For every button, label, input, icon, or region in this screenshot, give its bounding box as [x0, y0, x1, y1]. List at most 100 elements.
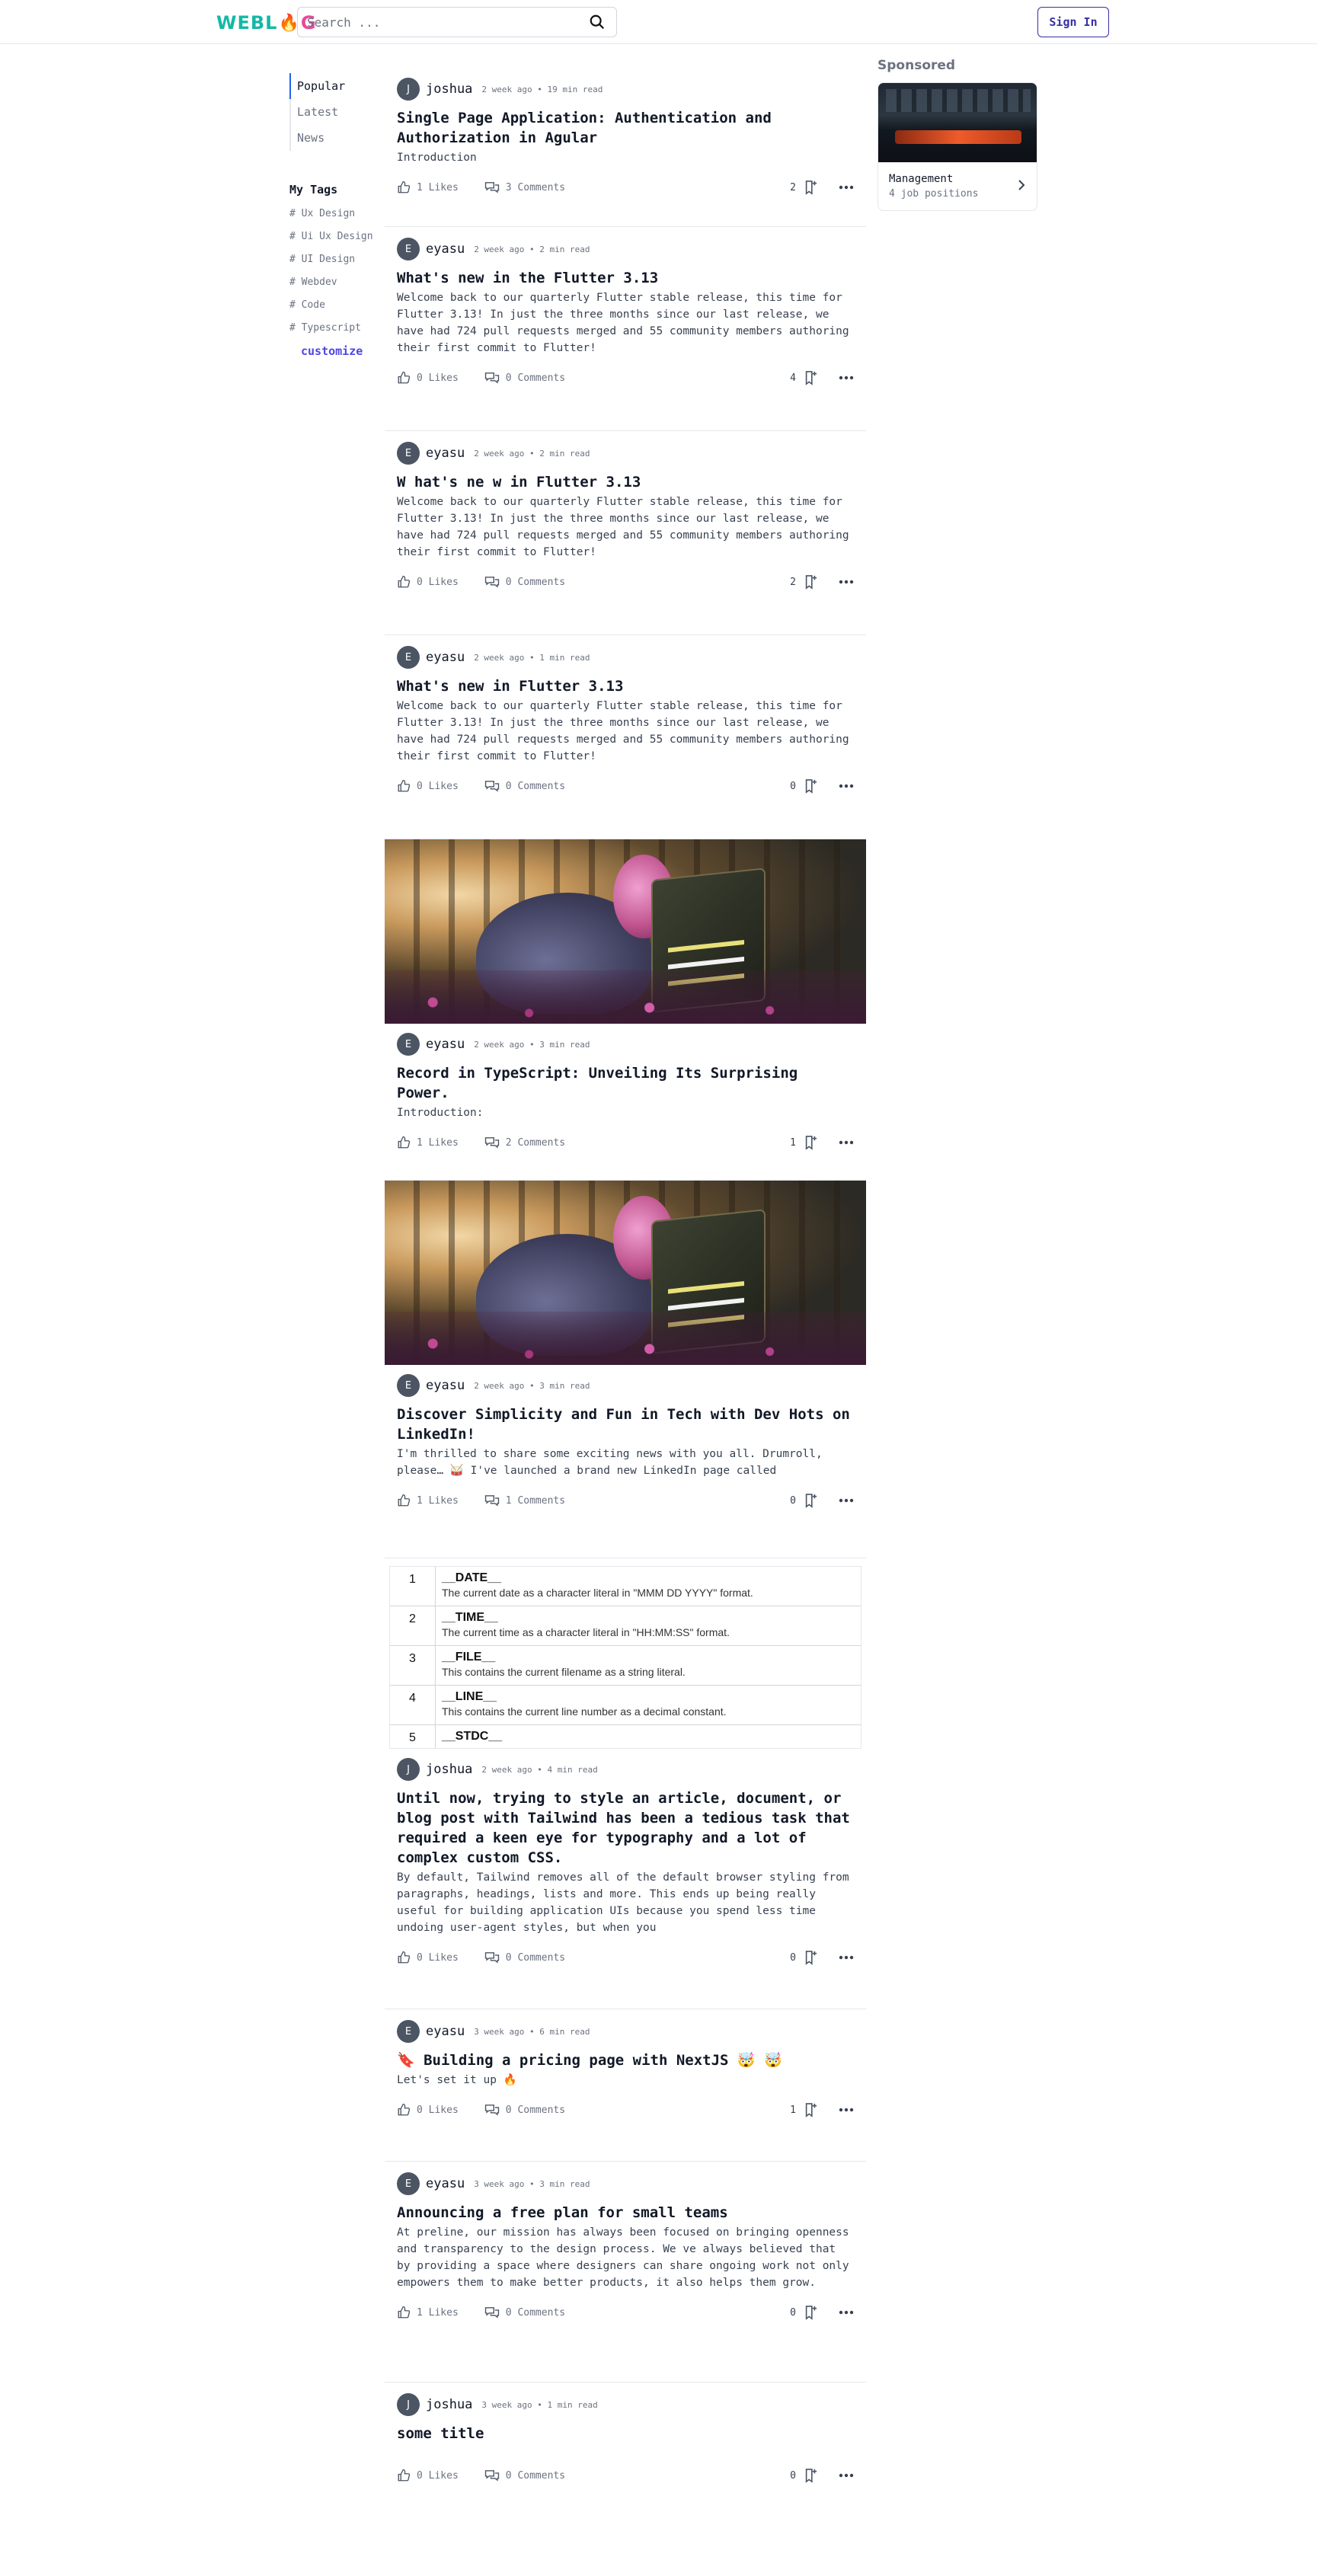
avatar[interactable]: J — [397, 78, 420, 101]
author-name[interactable]: eyasu — [426, 650, 465, 665]
author-name[interactable]: joshua — [426, 2397, 472, 2412]
post-card[interactable]: J joshua 2 week ago • 19 min read Single… — [385, 67, 866, 227]
bookmark-add-icon[interactable] — [804, 2305, 817, 2320]
bookmark-add-icon[interactable] — [804, 1493, 817, 1508]
more-options-icon[interactable] — [839, 2108, 854, 2112]
post-card[interactable]: E eyasu 2 week ago • 3 min read Record i… — [385, 839, 866, 1181]
comment-count: 1 Comments — [505, 1494, 566, 1507]
nav-item-popular[interactable]: Popular — [289, 73, 381, 99]
more-options-icon[interactable] — [839, 376, 854, 380]
post-card[interactable]: E eyasu 2 week ago • 2 min read What's n… — [385, 227, 866, 431]
post-cover-image[interactable] — [385, 1181, 866, 1365]
author-name[interactable]: eyasu — [426, 1378, 465, 1393]
like-button[interactable]: 0 Likes — [397, 371, 459, 385]
post-title[interactable]: Discover Simplicity and Fun in Tech with… — [397, 1405, 854, 1444]
sponsored-card[interactable]: Management 4 job positions — [877, 82, 1037, 211]
post-title[interactable]: some title — [397, 2424, 854, 2443]
avatar[interactable]: J — [397, 2393, 420, 2416]
avatar[interactable]: E — [397, 2020, 420, 2043]
post-cover-image[interactable] — [385, 839, 866, 1024]
sponsored-title[interactable]: Management — [889, 173, 1017, 185]
post-card[interactable]: E eyasu 2 week ago • 3 min read Discover… — [385, 1181, 866, 1558]
more-options-icon[interactable] — [839, 2310, 854, 2315]
more-options-icon[interactable] — [839, 1955, 854, 1960]
more-options-icon[interactable] — [839, 784, 854, 788]
comment-button[interactable]: 0 Comments — [484, 2306, 565, 2319]
comment-button[interactable]: 2 Comments — [484, 1136, 565, 1149]
search-input[interactable] — [307, 14, 587, 30]
bookmark-add-icon[interactable] — [804, 2102, 817, 2117]
sponsored-image[interactable] — [878, 83, 1037, 162]
comments-icon — [484, 2307, 499, 2319]
nav-item-news[interactable]: News — [289, 125, 381, 151]
comment-button[interactable]: 0 Comments — [484, 575, 565, 589]
comment-button[interactable]: 0 Comments — [484, 2103, 565, 2117]
like-button[interactable]: 0 Likes — [397, 2103, 459, 2117]
author-name[interactable]: eyasu — [426, 1037, 465, 1052]
comment-button[interactable]: 0 Comments — [484, 1951, 565, 1964]
post-card[interactable]: E eyasu 3 week ago • 3 min read Announci… — [385, 2162, 866, 2383]
bookmark-add-icon[interactable] — [804, 778, 817, 794]
avatar[interactable]: E — [397, 646, 420, 669]
like-button[interactable]: 1 Likes — [397, 1136, 459, 1149]
post-title[interactable]: Announcing a free plan for small teams — [397, 2203, 854, 2223]
post-card[interactable]: 1 __DATE__ The current date as a character… — [385, 1558, 866, 2009]
more-options-icon[interactable] — [839, 1140, 854, 1145]
more-options-icon[interactable] — [839, 185, 854, 190]
post-card[interactable]: E eyasu 2 week ago • 1 min read What's n… — [385, 635, 866, 839]
post-card[interactable]: E eyasu 2 week ago • 2 min read W hat's … — [385, 431, 866, 635]
more-options-icon[interactable] — [839, 580, 854, 584]
author-name[interactable]: joshua — [426, 1762, 472, 1777]
sign-in-button[interactable]: Sign In — [1037, 7, 1109, 37]
post-title[interactable]: Record in TypeScript: Unveiling Its Surp… — [397, 1063, 854, 1103]
avatar[interactable]: J — [397, 1758, 420, 1781]
like-button[interactable]: 0 Likes — [397, 779, 459, 793]
bookmark-add-icon[interactable] — [804, 180, 817, 195]
bookmark-add-icon[interactable] — [804, 1135, 817, 1150]
author-name[interactable]: eyasu — [426, 2024, 465, 2039]
author-name[interactable]: joshua — [426, 81, 472, 97]
avatar[interactable]: E — [397, 238, 420, 260]
comment-button[interactable]: 0 Comments — [484, 779, 565, 793]
post-date: 2 week ago • 2 min read — [474, 244, 590, 254]
author-name[interactable]: eyasu — [426, 2176, 465, 2191]
avatar[interactable]: E — [397, 2172, 420, 2195]
like-button[interactable]: 0 Likes — [397, 1951, 459, 1964]
post-card[interactable]: E eyasu 3 week ago • 6 min read 🔖 Buildi… — [385, 2009, 866, 2162]
bookmark-count: 0 — [790, 2469, 796, 2482]
author-name[interactable]: eyasu — [426, 446, 465, 461]
comment-button[interactable]: 3 Comments — [484, 181, 565, 194]
comment-button[interactable]: 0 Comments — [484, 2469, 565, 2482]
comment-button[interactable]: 1 Comments — [484, 1494, 565, 1507]
author-name[interactable]: eyasu — [426, 241, 465, 257]
post-title[interactable]: Until now, trying to style an article, d… — [397, 1788, 854, 1868]
avatar[interactable]: E — [397, 1033, 420, 1056]
nav-item-latest[interactable]: Latest — [289, 99, 381, 125]
chevron-right-icon[interactable] — [1017, 179, 1026, 194]
bookmark-add-icon[interactable] — [804, 2468, 817, 2483]
search-box[interactable] — [297, 7, 617, 37]
like-button[interactable]: 1 Likes — [397, 2306, 459, 2319]
post-title[interactable]: 🔖 Building a pricing page with NextJS 🤯 … — [397, 2050, 854, 2070]
post-title[interactable]: Single Page Application: Authentication … — [397, 108, 854, 148]
bookmark-add-icon[interactable] — [804, 370, 817, 385]
post-title[interactable]: What's new in the Flutter 3.13 — [397, 268, 854, 288]
like-button[interactable]: 1 Likes — [397, 181, 459, 194]
more-options-icon[interactable] — [839, 2473, 854, 2478]
post-title[interactable]: W hat's ne w in Flutter 3.13 — [397, 472, 854, 492]
bookmark-add-icon[interactable] — [804, 1950, 817, 1965]
bookmark-add-icon[interactable] — [804, 574, 817, 590]
like-button[interactable]: 0 Likes — [397, 2469, 459, 2482]
like-count: 1 Likes — [417, 181, 459, 193]
post-date: 2 week ago • 1 min read — [474, 652, 590, 663]
avatar[interactable]: E — [397, 1374, 420, 1397]
post-title[interactable]: What's new in Flutter 3.13 — [397, 676, 854, 696]
like-button[interactable]: 1 Likes — [397, 1494, 459, 1507]
like-button[interactable]: 0 Likes — [397, 575, 459, 589]
comment-button[interactable]: 0 Comments — [484, 371, 565, 385]
post-cover-image[interactable]: 1 __DATE__ The current date as a character… — [389, 1566, 861, 1749]
more-options-icon[interactable] — [839, 1498, 854, 1503]
avatar[interactable]: E — [397, 442, 420, 465]
search-icon[interactable] — [587, 12, 607, 32]
post-card[interactable]: J joshua 3 week ago • 1 min read some ti… — [385, 2383, 866, 2504]
